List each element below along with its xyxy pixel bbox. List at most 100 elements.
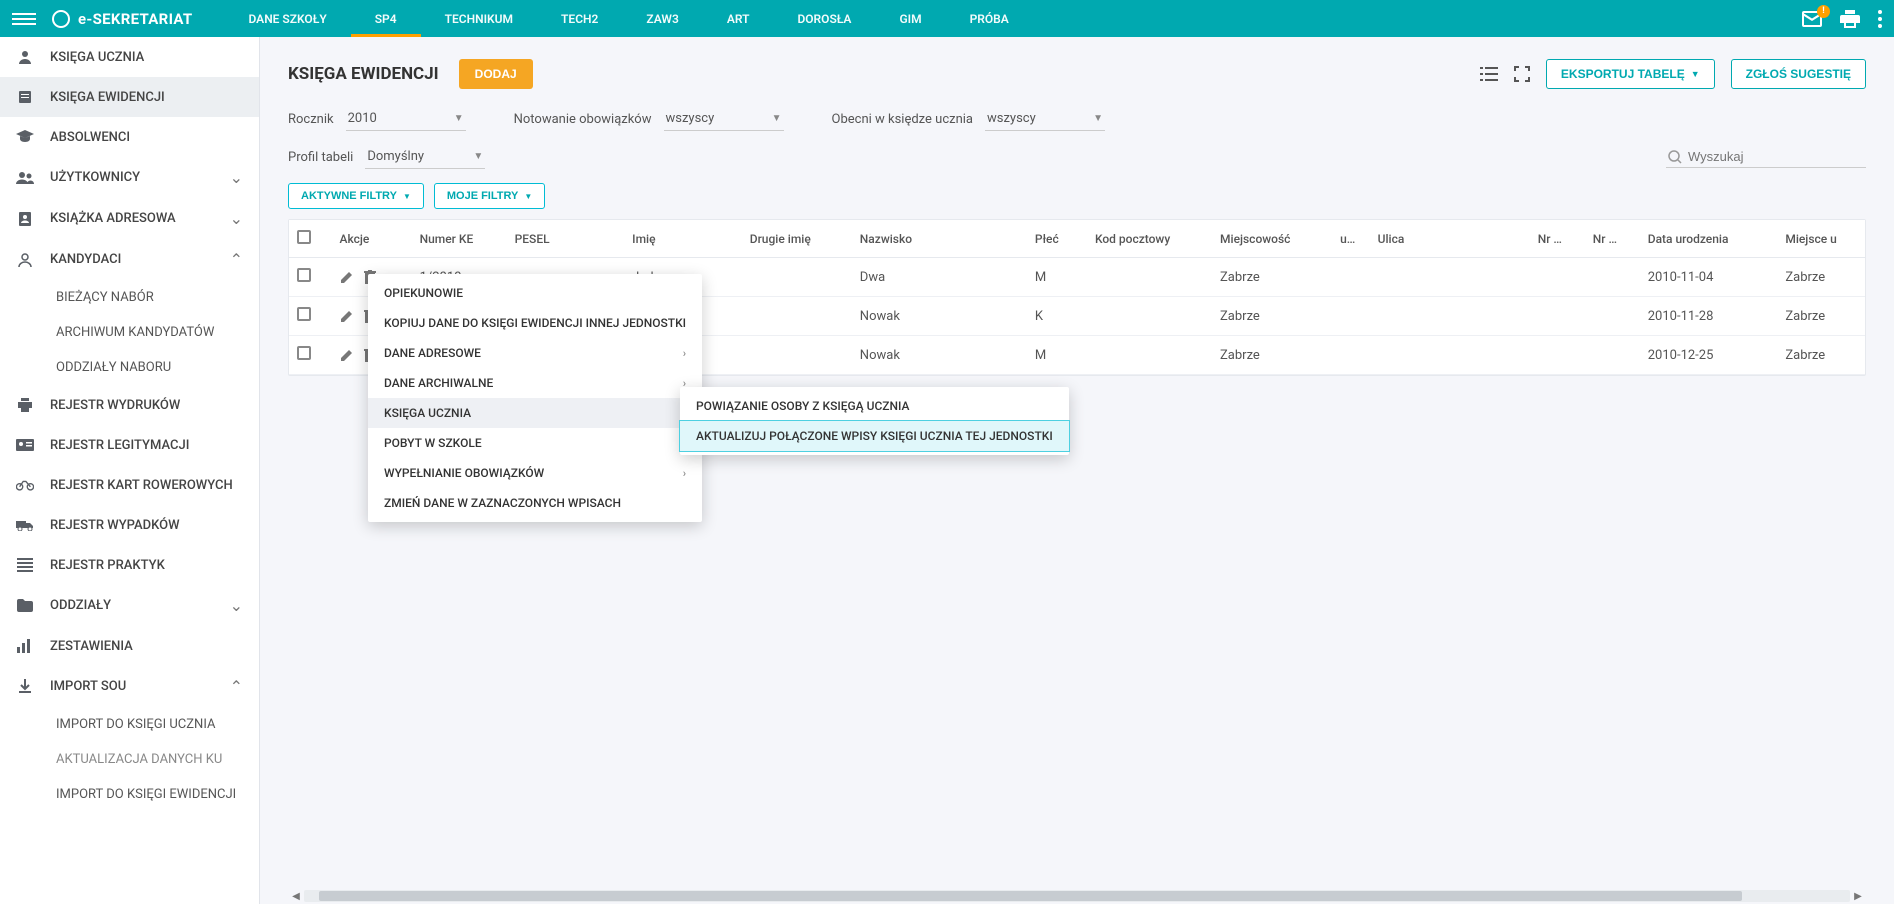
sidebar-item[interactable]: REJESTR PRAKTYK — [0, 545, 259, 585]
add-button[interactable]: DODAJ — [459, 59, 533, 89]
export-table-button[interactable]: EKSPORTUJ TABELĘ▼ — [1546, 59, 1715, 89]
column-header[interactable]: Miejscowość — [1212, 220, 1332, 258]
sidebar-item-label: REJESTR KART ROWEROWYCH — [50, 478, 243, 493]
sidebar-sub-item[interactable]: IMPORT DO KSIĘGI UCZNIA — [0, 707, 259, 742]
obecni-label: Obecni w księdze ucznia — [832, 112, 973, 127]
hamburger-menu-icon[interactable] — [12, 13, 36, 25]
cell-nr1 — [1530, 258, 1585, 297]
sidebar-item[interactable]: ABSOLWENCI — [0, 117, 259, 157]
top-tab[interactable]: TECH2 — [537, 0, 622, 37]
cell-u — [1332, 336, 1370, 375]
cell-miejscowosc: Zabrze — [1212, 336, 1332, 375]
sidebar-item-label: IMPORT SOU — [50, 679, 214, 694]
sidebar-item[interactable]: UŻYTKOWNICY⌄ — [0, 157, 259, 198]
column-header[interactable]: u… — [1332, 220, 1370, 258]
sidebar-sub-item[interactable]: BIEŻĄCY NABÓR — [0, 280, 259, 315]
column-header[interactable]: PESEL — [507, 220, 625, 258]
column-header[interactable] — [289, 220, 332, 258]
column-header[interactable]: Data urodzenia — [1640, 220, 1778, 258]
profil-select[interactable]: Domyślny▼ — [365, 145, 485, 169]
sidebar-sub-item[interactable]: AKTUALIZACJA DANYCH KU — [0, 742, 259, 777]
cell-plec: K — [1027, 297, 1087, 336]
column-header[interactable]: Numer KE — [412, 220, 507, 258]
column-header[interactable]: Nazwisko — [852, 220, 1027, 258]
context-menu-item[interactable]: DANE ARCHIWALNE› — [368, 368, 702, 398]
top-tab[interactable]: ART — [703, 0, 774, 37]
row-checkbox[interactable] — [297, 346, 311, 360]
cell-miejscowosc: Zabrze — [1212, 258, 1332, 297]
column-header[interactable]: Nr … — [1585, 220, 1640, 258]
sidebar-item[interactable]: REJESTR WYDRUKÓW — [0, 385, 259, 425]
top-tab[interactable]: GIM — [875, 0, 945, 37]
sidebar-item[interactable]: KSIĘGA UCZNIA — [0, 37, 259, 77]
cell-nazwisko: Nowak — [852, 297, 1027, 336]
sidebar-item[interactable]: REJESTR LEGITYMACJI — [0, 425, 259, 465]
printer-icon — [16, 396, 34, 414]
top-tab[interactable]: ZAW3 — [622, 0, 702, 37]
column-header[interactable]: Płeć — [1027, 220, 1087, 258]
sidebar-item[interactable]: KANDYDACI⌃ — [0, 239, 259, 280]
kebab-menu-icon[interactable] — [1878, 10, 1882, 28]
context-menu-item[interactable]: DANE ADRESOWE› — [368, 338, 702, 368]
fullscreen-icon[interactable] — [1514, 66, 1530, 82]
row-checkbox[interactable] — [297, 268, 311, 282]
sidebar-item[interactable]: REJESTR WYPADKÓW — [0, 505, 259, 545]
row-checkbox[interactable] — [297, 307, 311, 321]
column-header[interactable]: Kod pocztowy — [1087, 220, 1212, 258]
search-input[interactable] — [1688, 149, 1864, 164]
context-submenu-item[interactable]: POWIĄZANIE OSOBY Z KSIĘGĄ UCZNIA — [680, 391, 1069, 421]
obecni-select[interactable]: wszyscy▼ — [985, 107, 1105, 131]
sidebar-item[interactable]: ZESTAWIENIA — [0, 626, 259, 666]
sidebar-item[interactable]: KSIĘGA EWIDENCJI — [0, 77, 259, 117]
my-filters-button[interactable]: MOJE FILTRY▼ — [434, 183, 545, 209]
column-header[interactable]: Drugie imię — [742, 220, 852, 258]
sidebar-sub-item[interactable]: IMPORT DO KSIĘGI EWIDENCJI — [0, 777, 259, 812]
rocznik-select[interactable]: 2010▼ — [346, 107, 466, 131]
edit-icon[interactable] — [340, 348, 354, 362]
context-menu-item[interactable]: KOPIUJ DANE DO KSIĘGI EWIDENCJI INNEJ JE… — [368, 308, 702, 338]
sidebar-sub-item[interactable]: ARCHIWUM KANDYDATÓW — [0, 315, 259, 350]
mail-icon[interactable]: ! — [1802, 11, 1822, 27]
edit-icon[interactable] — [340, 309, 354, 323]
top-tab[interactable]: DANE SZKOŁY — [224, 0, 350, 37]
sidebar-sub-item[interactable]: ODDZIAŁY NABORU — [0, 350, 259, 385]
top-tab[interactable]: TECHNIKUM — [421, 0, 537, 37]
context-menu-item[interactable]: POBYT W SZKOLE› — [368, 428, 702, 458]
top-tab[interactable]: PRÓBA — [946, 0, 1033, 37]
scroll-right-icon[interactable]: ▶ — [1850, 888, 1866, 904]
top-tab[interactable]: DOROSŁA — [773, 0, 875, 37]
horizontal-scrollbar[interactable]: ◀ ▶ — [288, 888, 1866, 904]
profil-label: Profil tabeli — [288, 150, 353, 165]
column-header[interactable]: Nr … — [1530, 220, 1585, 258]
sidebar-item[interactable]: IMPORT SOU⌃ — [0, 666, 259, 707]
sidebar-item[interactable]: REJESTR KART ROWEROWYCH — [0, 465, 259, 505]
list-view-icon[interactable] — [1480, 67, 1498, 81]
top-tab[interactable]: SP4 — [351, 0, 421, 37]
cell-nr2 — [1585, 336, 1640, 375]
print-icon[interactable] — [1840, 10, 1860, 28]
chevron-right-icon: › — [683, 467, 686, 480]
sidebar-item-label: KANDYDACI — [50, 252, 214, 267]
suggest-button[interactable]: ZGŁOŚ SUGESTIĘ — [1731, 59, 1866, 89]
cell-drugieImie — [742, 297, 852, 336]
context-menu-item[interactable]: WYPEŁNIANIE OBOWIĄZKÓW› — [368, 458, 702, 488]
context-submenu-item[interactable]: AKTUALIZUJ POŁĄCZONE WPISY KSIĘGI UCZNIA… — [680, 421, 1069, 451]
context-menu-item[interactable]: KSIĘGA UCZNIA› — [368, 398, 702, 428]
notowanie-select[interactable]: wszyscy▼ — [664, 107, 784, 131]
cell-u — [1332, 297, 1370, 336]
column-header[interactable]: Miejsce u — [1777, 220, 1865, 258]
context-menu-item[interactable]: ZMIEŃ DANE W ZAZNACZONYCH WPISACH — [368, 488, 702, 518]
scroll-left-icon[interactable]: ◀ — [288, 888, 304, 904]
edit-icon[interactable] — [340, 270, 354, 284]
context-menu-item[interactable]: OPIEKUNOWIE — [368, 278, 702, 308]
sidebar-item[interactable]: KSIĄŻKA ADRESOWA⌄ — [0, 198, 259, 239]
select-all-checkbox[interactable] — [297, 230, 311, 244]
users-icon — [16, 169, 34, 187]
column-header[interactable]: Ulica — [1370, 220, 1530, 258]
sidebar-item[interactable]: ODDZIAŁY⌄ — [0, 585, 259, 626]
search-box[interactable] — [1666, 146, 1866, 168]
cell-data: 2010-11-04 — [1640, 258, 1778, 297]
column-header[interactable]: Akcje — [332, 220, 412, 258]
active-filters-button[interactable]: AKTYWNE FILTRY▼ — [288, 183, 424, 209]
column-header[interactable]: Imię — [624, 220, 742, 258]
